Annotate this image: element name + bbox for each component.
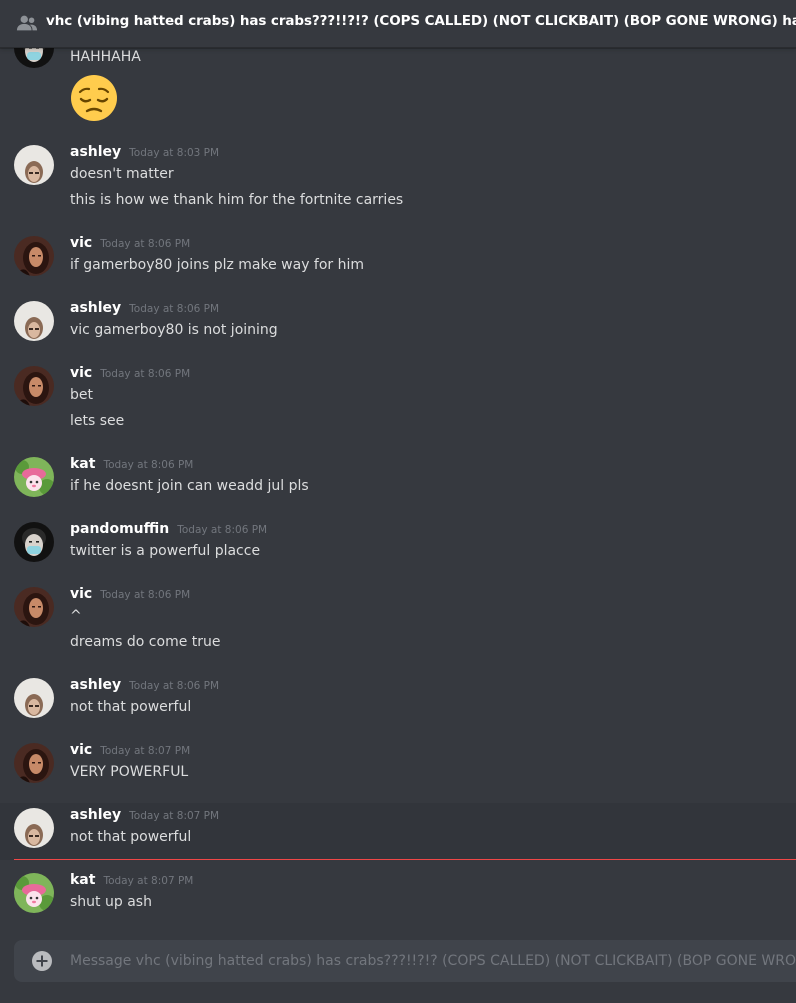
avatar[interactable] bbox=[14, 301, 54, 341]
username[interactable]: pandomuffin bbox=[70, 521, 169, 537]
timestamp[interactable]: Today at 8:07 PM bbox=[129, 810, 219, 822]
message-header: kat Today at 8:06 PM bbox=[70, 456, 193, 472]
username[interactable]: kat bbox=[70, 456, 95, 472]
timestamp[interactable]: Today at 8:06 PM bbox=[100, 368, 190, 380]
message-content: VERY POWERFUL bbox=[70, 764, 189, 780]
message-content: dreams do come true bbox=[70, 634, 221, 650]
message-content: vic gamerboy80 is not joining bbox=[70, 322, 278, 338]
message-content: not that powerful bbox=[70, 829, 192, 845]
message-group: ashley Today at 8:06 PM not that powerful bbox=[0, 676, 796, 731]
avatar[interactable] bbox=[14, 457, 54, 497]
username[interactable]: vic bbox=[70, 742, 92, 758]
message-header: kat Today at 8:07 PM bbox=[70, 872, 193, 888]
avatar[interactable] bbox=[14, 366, 54, 406]
new-messages-divider bbox=[14, 859, 796, 860]
username[interactable]: kat bbox=[70, 872, 95, 888]
timestamp[interactable]: Today at 8:06 PM bbox=[129, 680, 219, 692]
add-attachment-icon[interactable] bbox=[32, 951, 52, 971]
avatar[interactable] bbox=[14, 236, 54, 276]
avatar[interactable] bbox=[14, 808, 54, 848]
message-content: HAHHAHA bbox=[70, 49, 141, 65]
timestamp[interactable]: Today at 8:06 PM bbox=[177, 524, 267, 536]
username[interactable]: vic bbox=[70, 235, 92, 251]
avatar[interactable] bbox=[14, 145, 54, 185]
channel-title: vhc (vibing hatted crabs) has crabs???!!… bbox=[46, 13, 796, 29]
members-icon[interactable] bbox=[16, 12, 38, 34]
message-group: kat Today at 8:07 PM shut up ash bbox=[0, 871, 796, 926]
message-content: twitter is a powerful placce bbox=[70, 543, 261, 559]
message-header: vic Today at 8:07 PM bbox=[70, 742, 190, 758]
message-header: ashley Today at 8:06 PM bbox=[70, 300, 219, 316]
timestamp[interactable]: Today at 8:07 PM bbox=[100, 745, 190, 757]
message-header: vic Today at 8:06 PM bbox=[70, 365, 190, 381]
message-group: pandomuffin Today at 8:06 PM twitter is a … bbox=[0, 520, 796, 575]
timestamp[interactable]: Today at 8:03 PM bbox=[129, 147, 219, 159]
username[interactable]: ashley bbox=[70, 807, 121, 823]
username[interactable]: vic bbox=[70, 586, 92, 602]
avatar[interactable] bbox=[14, 587, 54, 627]
message-group: kat Today at 8:06 PM if he doesnt join can… bbox=[0, 455, 796, 510]
timestamp[interactable]: Today at 8:06 PM bbox=[100, 589, 190, 601]
message-content: if gamerboy80 joins plz make way for him bbox=[70, 257, 365, 273]
username[interactable]: ashley bbox=[70, 300, 121, 316]
channel-header: vhc (vibing hatted crabs) has crabs???!!… bbox=[0, 0, 796, 48]
message-header: pandomuffin Today at 8:06 PM bbox=[70, 521, 267, 537]
username[interactable]: vic bbox=[70, 365, 92, 381]
message-content: lets see bbox=[70, 413, 125, 429]
avatar[interactable] bbox=[14, 522, 54, 562]
message-content: shut up ash bbox=[70, 894, 152, 910]
message-input[interactable] bbox=[70, 940, 796, 982]
message-content: if he doesnt join can weadd jul pls bbox=[70, 478, 309, 494]
avatar[interactable] bbox=[14, 678, 54, 718]
message-header: ashley Today at 8:03 PM bbox=[70, 144, 219, 160]
username[interactable]: ashley bbox=[70, 677, 121, 693]
timestamp[interactable]: Today at 8:06 PM bbox=[103, 459, 193, 471]
message-group: vic Today at 8:07 PM VERY POWERFUL bbox=[0, 741, 796, 796]
message-header: ashley Today at 8:06 PM bbox=[70, 677, 219, 693]
avatar[interactable] bbox=[14, 873, 54, 913]
message-group: ashley Today at 8:07 PM not that powerful bbox=[0, 803, 796, 860]
message-header: vic Today at 8:06 PM bbox=[70, 586, 190, 602]
message-composer bbox=[14, 940, 796, 982]
message-content: doesn't matter bbox=[70, 166, 174, 182]
timestamp[interactable]: Today at 8:07 PM bbox=[103, 875, 193, 887]
message-group: vic Today at 8:06 PM if gamerboy80 joins p… bbox=[0, 234, 796, 289]
username[interactable]: ashley bbox=[70, 144, 121, 160]
message-content: bet bbox=[70, 387, 93, 403]
message-group: vic Today at 8:06 PM bet lets see bbox=[0, 364, 796, 444]
timestamp[interactable]: Today at 8:06 PM bbox=[129, 303, 219, 315]
message-header: ashley Today at 8:07 PM bbox=[70, 807, 219, 823]
message-group: ashley Today at 8:03 PM doesn't matter this… bbox=[0, 143, 796, 223]
timestamp[interactable]: Today at 8:06 PM bbox=[100, 238, 190, 250]
message-content: this is how we thank him for the fortnit… bbox=[70, 192, 404, 208]
message-group: ashley Today at 8:06 PM vic gamerboy80 is … bbox=[0, 299, 796, 354]
pensive-face-emoji bbox=[71, 75, 117, 121]
message-content: not that powerful bbox=[70, 699, 192, 715]
message-header: vic Today at 8:06 PM bbox=[70, 235, 190, 251]
message-content: ^ bbox=[70, 608, 82, 624]
message-group: vic Today at 8:06 PM ^ dreams do come true bbox=[0, 585, 796, 665]
avatar[interactable] bbox=[14, 743, 54, 783]
